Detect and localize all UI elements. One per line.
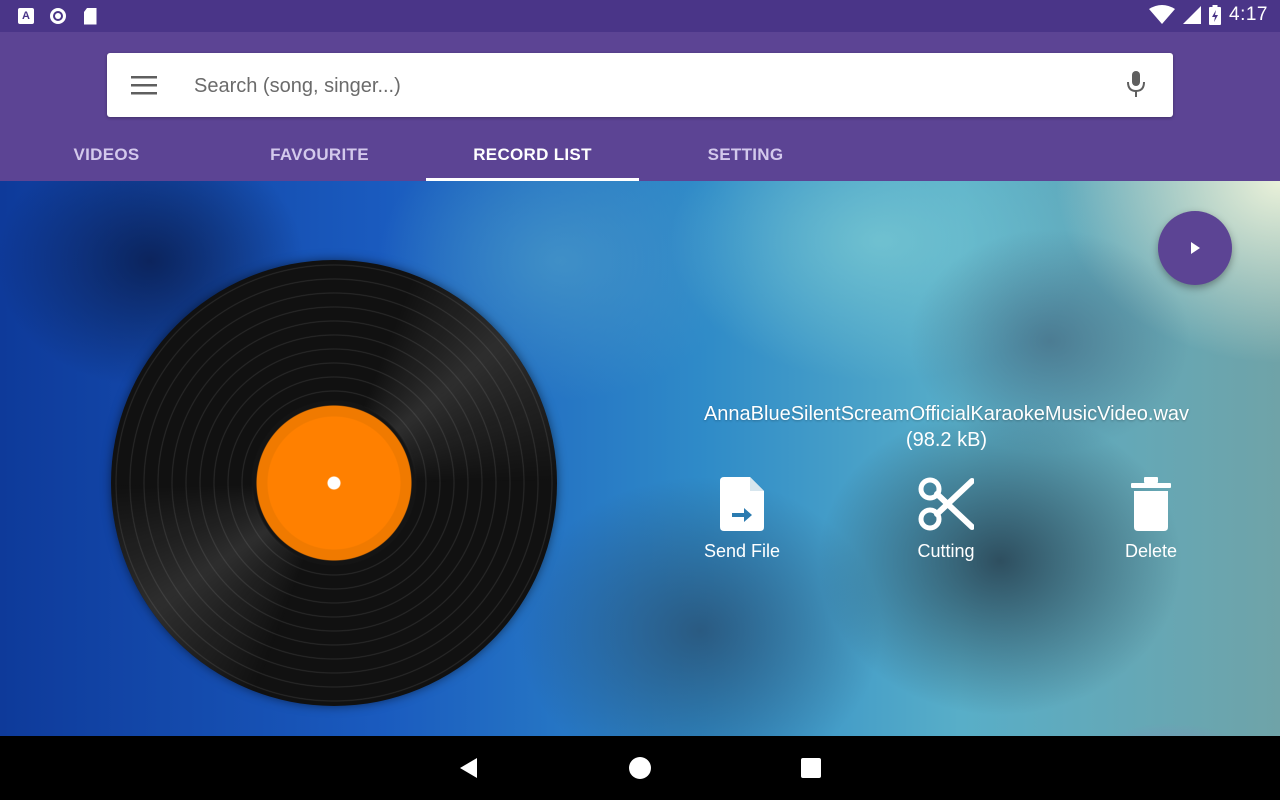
wifi-icon bbox=[1149, 5, 1176, 24]
menu-icon[interactable] bbox=[131, 73, 157, 97]
tab-favourite[interactable]: FAVOURITE bbox=[213, 129, 426, 181]
delete-button[interactable]: Delete bbox=[1081, 477, 1221, 562]
mic-icon[interactable] bbox=[1125, 71, 1147, 99]
clock: 4:17 bbox=[1229, 4, 1268, 25]
play-button[interactable] bbox=[1158, 211, 1232, 285]
cutting-button[interactable]: Cutting bbox=[876, 477, 1016, 562]
trash-icon bbox=[1131, 477, 1171, 531]
tab-bar: VIDEOS FAVOURITE RECORD LIST SETTING bbox=[0, 129, 852, 181]
send-file-label: Send File bbox=[703, 541, 781, 561]
tab-record-list[interactable]: RECORD LIST bbox=[426, 129, 639, 181]
tab-setting[interactable]: SETTING bbox=[639, 129, 852, 181]
home-icon[interactable] bbox=[628, 756, 652, 780]
sd-card-icon bbox=[80, 6, 100, 26]
status-bar: A 4:17 bbox=[0, 0, 1280, 32]
back-icon[interactable] bbox=[457, 756, 481, 780]
delete-label: Delete bbox=[1124, 541, 1178, 561]
play-icon bbox=[1191, 242, 1200, 254]
battery-charging-icon bbox=[1209, 5, 1222, 25]
send-file-button[interactable]: Send File bbox=[672, 477, 812, 562]
app-bar: VIDEOS FAVOURITE RECORD LIST SETTING bbox=[0, 32, 1280, 181]
tab-videos[interactable]: VIDEOS bbox=[0, 129, 213, 181]
system-icons: 4:17 bbox=[1149, 4, 1268, 26]
send-file-icon bbox=[720, 477, 764, 531]
search-input[interactable] bbox=[192, 65, 1076, 107]
signal-icon bbox=[1183, 6, 1202, 24]
recents-icon[interactable] bbox=[799, 756, 823, 780]
notification-icons: A bbox=[16, 6, 100, 26]
file-name: AnnaBlueSilentScreamOfficialKaraokeMusic… bbox=[703, 403, 1190, 425]
file-size: (98.2 kB) bbox=[905, 429, 988, 451]
navigation-bar bbox=[0, 736, 1280, 800]
record-player-panel: AnnaBlueSilentScreamOfficialKaraokeMusic… bbox=[0, 181, 1280, 736]
search-bar bbox=[107, 53, 1173, 117]
cutting-label: Cutting bbox=[917, 541, 975, 561]
circle-app-icon bbox=[48, 6, 68, 26]
vinyl-record-image bbox=[111, 260, 557, 706]
a-icon: A bbox=[16, 6, 36, 26]
scissors-icon bbox=[918, 477, 974, 531]
